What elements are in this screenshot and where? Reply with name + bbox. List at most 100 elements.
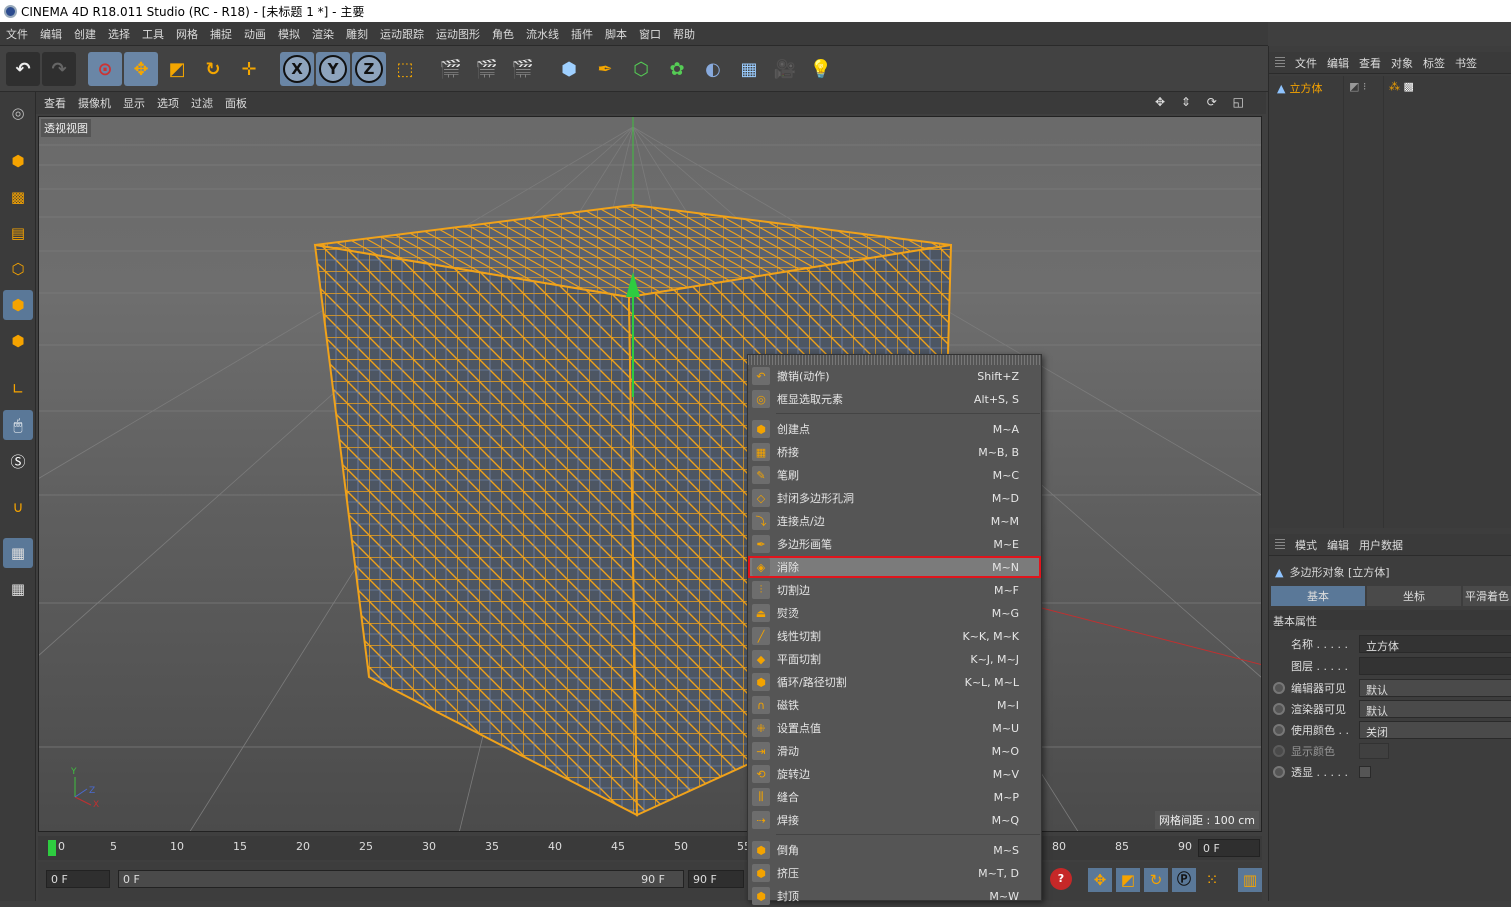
snap-button[interactable]: Ⓢ bbox=[3, 446, 33, 476]
menu-animate[interactable]: 动画 bbox=[238, 26, 272, 42]
menu-item-cap[interactable]: ⬢ 封顶 M~W bbox=[748, 885, 1041, 907]
viewport-menu-view[interactable]: 查看 bbox=[44, 95, 66, 111]
menu-item-set-point-value[interactable]: ⁜ 设置点值 M~U bbox=[748, 717, 1041, 739]
rotate-tool-button[interactable]: ↻ bbox=[196, 52, 230, 86]
display-color-swatch[interactable] bbox=[1359, 743, 1389, 759]
end-frame-field[interactable]: 90 F bbox=[688, 870, 744, 888]
menu-tools[interactable]: 工具 bbox=[136, 26, 170, 42]
menu-character[interactable]: 角色 bbox=[486, 26, 520, 42]
record-rotation-button[interactable]: ↻ bbox=[1144, 868, 1168, 892]
use-color-select[interactable]: 关闭 bbox=[1359, 721, 1511, 739]
panel-grip[interactable] bbox=[1275, 56, 1285, 69]
workplane-grid-button[interactable]: ▦ bbox=[3, 574, 33, 604]
menu-item-bridge[interactable]: ▦ 桥接 M~B, B bbox=[748, 441, 1041, 463]
animate-radio[interactable] bbox=[1273, 766, 1285, 778]
tweak-mode-button[interactable]: 🖱 bbox=[3, 410, 33, 440]
tab-basic[interactable]: 基本 bbox=[1271, 586, 1365, 606]
menu-item-create-point[interactable]: ⬢ 创建点 M~A bbox=[748, 418, 1041, 440]
undo-button[interactable]: ↶ bbox=[6, 52, 40, 86]
layer-field[interactable] bbox=[1359, 657, 1511, 675]
animate-radio[interactable] bbox=[1273, 745, 1285, 757]
menu-window[interactable]: 窗口 bbox=[633, 26, 667, 42]
menu-item-close-hole[interactable]: ◇ 封闭多边形孔洞 M~D bbox=[748, 487, 1041, 509]
menu-mesh[interactable]: 网格 bbox=[170, 26, 204, 42]
viewport-menu-options[interactable]: 选项 bbox=[157, 95, 179, 111]
animate-radio[interactable] bbox=[1273, 703, 1285, 715]
render-view-button[interactable]: 🎬 bbox=[434, 52, 468, 86]
record-position-button[interactable]: ✥ bbox=[1088, 868, 1112, 892]
menu-item-spin-edge[interactable]: ⟲ 旋转边 M~V bbox=[748, 763, 1041, 785]
current-frame-field[interactable]: 0 F bbox=[1198, 839, 1260, 857]
orbit-icon[interactable]: ⟳ bbox=[1207, 95, 1217, 109]
om-menu-bookmarks[interactable]: 书签 bbox=[1455, 55, 1477, 71]
menu-plugins[interactable]: 插件 bbox=[565, 26, 599, 42]
pan-icon[interactable]: ✥ bbox=[1155, 95, 1165, 109]
dolly-icon[interactable]: ⇕ bbox=[1181, 95, 1191, 109]
xray-checkbox[interactable] bbox=[1359, 766, 1371, 778]
menu-mograph[interactable]: 运动图形 bbox=[430, 26, 486, 42]
viewport-menu-display[interactable]: 显示 bbox=[123, 95, 145, 111]
points-mode-button[interactable]: ⬡ bbox=[3, 254, 33, 284]
menu-item-slide[interactable]: ⇥ 滑动 M~O bbox=[748, 740, 1041, 762]
render-picture-viewer-button[interactable]: 🎬 bbox=[470, 52, 504, 86]
am-menu-user-data[interactable]: 用户数据 bbox=[1359, 537, 1403, 553]
menu-item-edge-cut[interactable]: ⫶ 切割边 M~F bbox=[748, 579, 1041, 601]
menu-item-magnet[interactable]: ∩ 磁铁 M~I bbox=[748, 694, 1041, 716]
start-frame-field[interactable]: 0 F bbox=[46, 870, 110, 888]
name-field[interactable]: 立方体 bbox=[1359, 635, 1511, 653]
frame-range-slider[interactable]: 0 F 90 F bbox=[118, 870, 684, 888]
editor-visible-select[interactable]: 默认 bbox=[1359, 679, 1511, 697]
menu-item-polygon-pen[interactable]: ✒ 多边形画笔 M~E bbox=[748, 533, 1041, 555]
cube-button[interactable]: ⬢ bbox=[552, 52, 586, 86]
menu-script[interactable]: 脚本 bbox=[599, 26, 633, 42]
polygons-mode-button[interactable]: ⬢ bbox=[3, 326, 33, 356]
menu-item-frame-selection[interactable]: ◎ 框显选取元素 Alt+S, S bbox=[748, 388, 1041, 410]
menu-item-dissolve[interactable]: ◈ 消除 M~N bbox=[748, 556, 1041, 578]
viewport-menu-panel[interactable]: 面板 bbox=[225, 95, 247, 111]
menu-motion-tracking[interactable]: 运动跟踪 bbox=[374, 26, 430, 42]
live-selection-button[interactable]: ⊙ bbox=[88, 52, 122, 86]
menu-pipeline[interactable]: 流水线 bbox=[520, 26, 565, 42]
render-settings-button[interactable]: 🎬 bbox=[506, 52, 540, 86]
tab-coordinates[interactable]: 坐标 bbox=[1367, 586, 1461, 606]
menu-item-connect[interactable]: ⤵ 连接点/边 M~M bbox=[748, 510, 1041, 532]
coordinate-system-button[interactable]: ⬚ bbox=[388, 52, 422, 86]
om-menu-edit[interactable]: 编辑 bbox=[1327, 55, 1349, 71]
edges-mode-button[interactable]: ⬢ bbox=[3, 290, 33, 320]
timeline-ruler[interactable]: 0 5 10 15 20 25 30 35 40 45 50 55 80 85 … bbox=[38, 836, 1262, 860]
recent-tool-button[interactable]: ✛ bbox=[232, 52, 266, 86]
animate-radio[interactable] bbox=[1273, 682, 1285, 694]
model-mode-button[interactable]: ⬢ bbox=[3, 146, 33, 176]
menu-file[interactable]: 文件 bbox=[0, 26, 34, 42]
timeline-window-button[interactable]: ▥ bbox=[1238, 868, 1262, 892]
z-axis-button[interactable]: Z bbox=[352, 52, 386, 86]
am-menu-mode[interactable]: 模式 bbox=[1295, 537, 1317, 553]
render-visible-select[interactable]: 默认 bbox=[1359, 700, 1511, 718]
playhead[interactable] bbox=[48, 840, 56, 856]
menu-item-brush[interactable]: ✎ 笔刷 M~C bbox=[748, 464, 1041, 486]
x-axis-button[interactable]: X bbox=[280, 52, 314, 86]
object-row-cube[interactable]: ▲ 立方体 bbox=[1277, 80, 1322, 96]
workplane-lock-button[interactable]: ▦ bbox=[3, 538, 33, 568]
om-menu-view[interactable]: 查看 bbox=[1359, 55, 1381, 71]
spline-pen-button[interactable]: ✒ bbox=[588, 52, 622, 86]
om-menu-file[interactable]: 文件 bbox=[1295, 55, 1317, 71]
workplane-mode-button[interactable]: ▤ bbox=[3, 218, 33, 248]
maximize-icon[interactable]: ◱ bbox=[1233, 95, 1244, 109]
om-menu-objects[interactable]: 对象 bbox=[1391, 55, 1413, 71]
tab-phong[interactable]: 平滑着色 bbox=[1463, 586, 1511, 606]
tags-icon[interactable]: ⁂ ▩ bbox=[1389, 80, 1414, 93]
menu-sculpt[interactable]: 雕刻 bbox=[340, 26, 374, 42]
texture-mode-button[interactable]: ▩ bbox=[3, 182, 33, 212]
magnet-tool-button[interactable]: ∪ bbox=[3, 492, 33, 522]
menu-edit[interactable]: 编辑 bbox=[34, 26, 68, 42]
viewport-menu-filter[interactable]: 过滤 bbox=[191, 95, 213, 111]
make-editable-button[interactable]: ◎ bbox=[3, 98, 33, 128]
light-button[interactable]: 💡 bbox=[804, 52, 838, 86]
menu-create[interactable]: 创建 bbox=[68, 26, 102, 42]
perspective-viewport[interactable]: Y Z X 透视视图 网格间距 : 100 cm bbox=[38, 116, 1262, 832]
redo-button[interactable]: ↷ bbox=[42, 52, 76, 86]
cloner-button[interactable]: ✿ bbox=[660, 52, 694, 86]
menu-render[interactable]: 渲染 bbox=[306, 26, 340, 42]
menu-item-iron[interactable]: ⏏ 熨烫 M~G bbox=[748, 602, 1041, 624]
